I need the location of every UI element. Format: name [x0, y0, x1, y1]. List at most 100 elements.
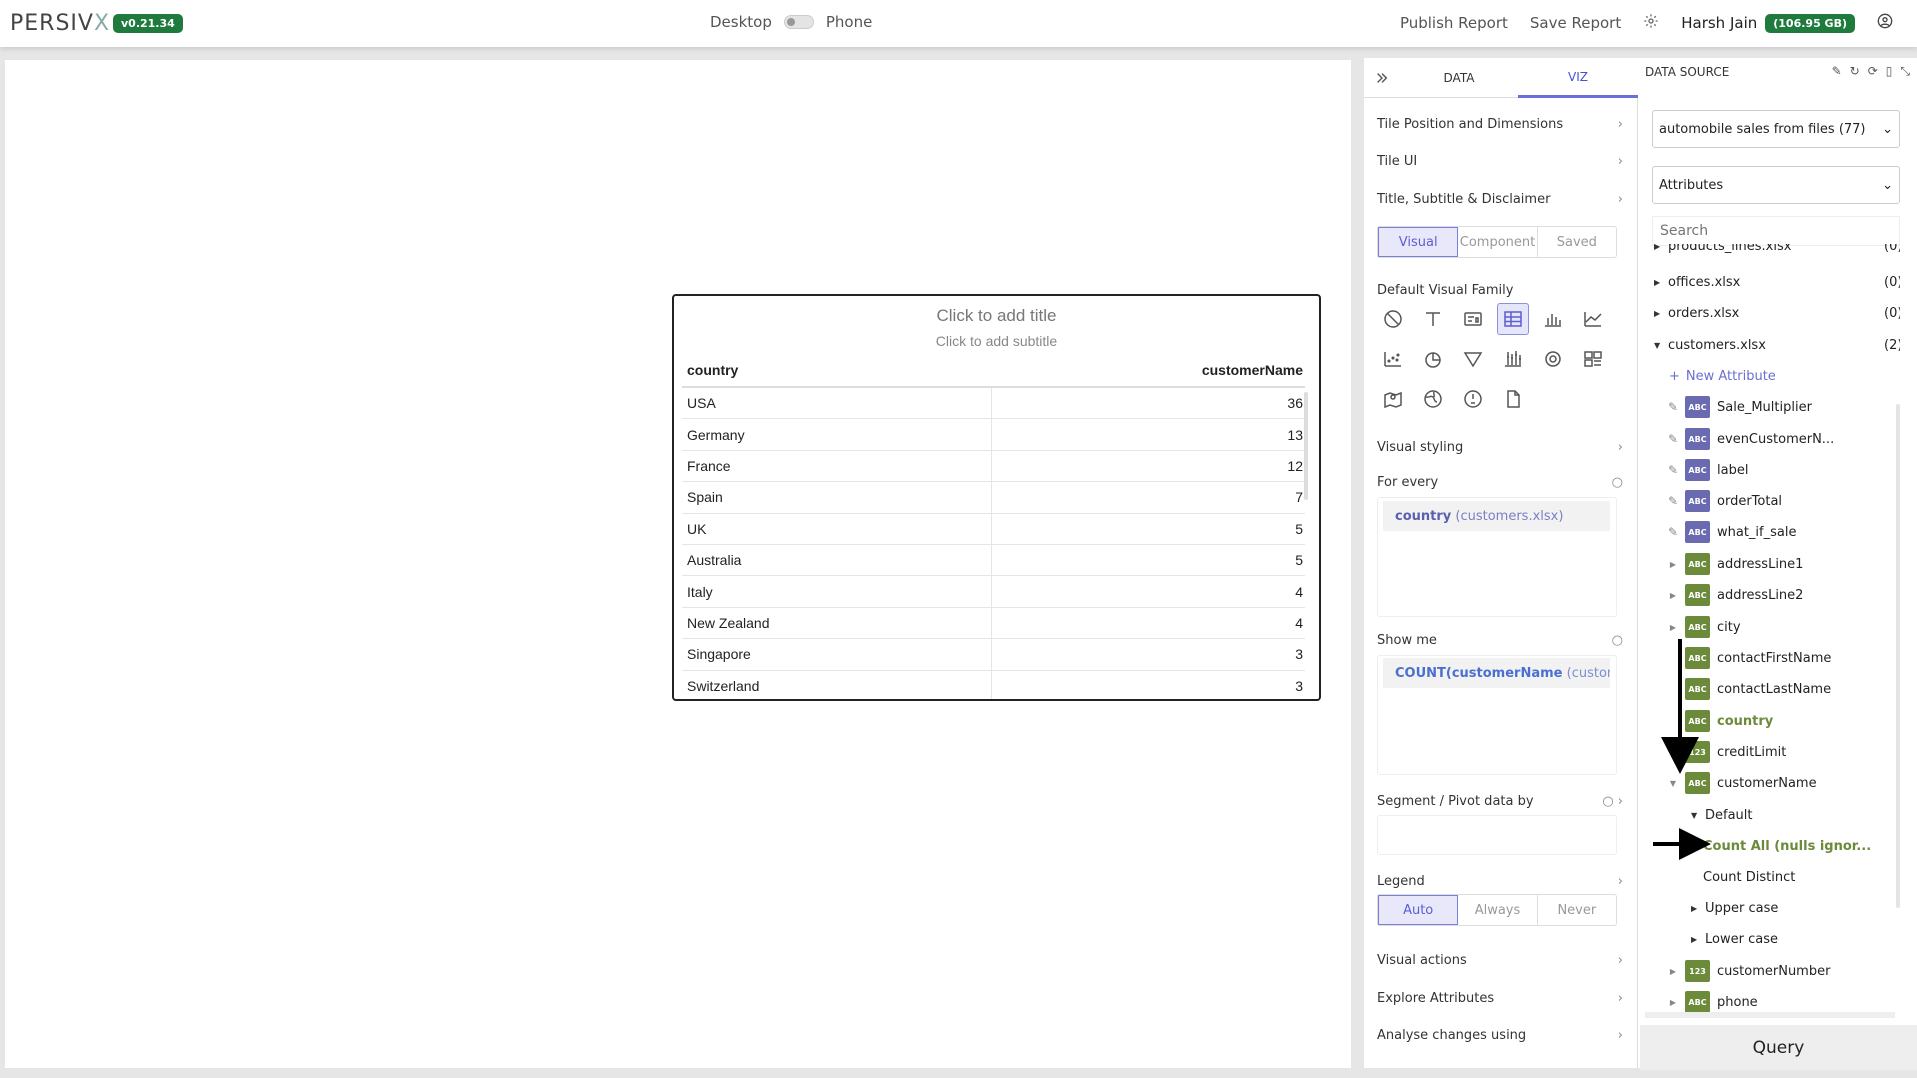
phone-label[interactable]: Phone [826, 13, 872, 31]
settings-visual-icon[interactable] [1537, 343, 1569, 375]
map-icon[interactable] [1377, 383, 1409, 415]
section-visual-actions[interactable]: Visual actions › [1377, 953, 1623, 968]
section-segment-pivot[interactable]: Segment / Pivot data by ○ › [1377, 794, 1623, 809]
tree-horizontal-scrollbar[interactable] [1645, 1012, 1895, 1018]
line-chart-icon[interactable] [1577, 303, 1609, 335]
none-icon[interactable] [1377, 303, 1409, 335]
mode-visual[interactable]: Visual [1378, 227, 1459, 257]
legend-auto[interactable]: Auto [1378, 895, 1459, 925]
card-icon[interactable] [1457, 303, 1489, 335]
lower-case-option[interactable]: ▶ Lower case [1691, 928, 1778, 950]
save-report-button[interactable]: Save Report [1530, 14, 1621, 32]
table-row[interactable]: New Zealand 4 [682, 607, 1305, 640]
new-attribute-button[interactable]: + New Attribute [1669, 365, 1776, 387]
layout-grid-icon[interactable] [1577, 343, 1609, 375]
search-input[interactable] [1652, 216, 1900, 246]
pencil-icon[interactable]: ✎ [1661, 494, 1685, 508]
table-row[interactable]: Switzerland 3 [682, 670, 1305, 699]
tile-subtitle[interactable]: Click to add subtitle [674, 333, 1319, 349]
attribute-item[interactable]: ✎ ABC orderTotal [1661, 490, 1782, 512]
bar-chart-icon[interactable] [1537, 303, 1569, 335]
attribute-item[interactable]: ✎ ABC Sale_Multiplier [1661, 396, 1812, 418]
device-switch[interactable] [783, 15, 814, 29]
publish-report-button[interactable]: Publish Report [1400, 14, 1508, 32]
edit-icon[interactable]: ✎ [1832, 64, 1842, 79]
segment-dropzone[interactable] [1377, 815, 1617, 855]
collapse-icon[interactable]: ⤡ [1900, 64, 1910, 79]
file-item-orders[interactable]: ▶orders.xlsx(0) [1654, 302, 1900, 324]
gauge-icon[interactable] [1457, 383, 1489, 415]
pencil-icon[interactable]: ✎ [1661, 432, 1685, 446]
tile-title[interactable]: Click to add title [674, 306, 1319, 326]
tab-viz[interactable]: VIZ [1518, 58, 1638, 98]
caret-right-icon[interactable]: ▶ [1661, 967, 1685, 976]
attribute-item[interactable]: ▶ ABC city [1661, 616, 1741, 638]
section-legend[interactable]: Legend › [1377, 874, 1623, 889]
pencil-icon[interactable]: ✎ [1661, 525, 1685, 539]
count-all-option[interactable]: Count All (nulls ignor... [1703, 835, 1871, 857]
caret-down-icon[interactable]: ▼ [1661, 779, 1685, 788]
funnel-icon[interactable] [1457, 343, 1489, 375]
gear-icon[interactable] [1643, 13, 1659, 33]
section-analyse-changes[interactable]: Analyse changes using › [1377, 1028, 1623, 1043]
collapse-panel-icon[interactable] [1364, 58, 1400, 98]
table-row[interactable]: Germany 13 [682, 419, 1305, 451]
pencil-icon[interactable]: ✎ [1661, 463, 1685, 477]
document-icon[interactable] [1497, 383, 1529, 415]
attribute-item[interactable]: ▶ ABC addressLine2 [1661, 584, 1803, 606]
table-row[interactable]: Australia 5 [682, 544, 1305, 577]
table-row[interactable]: Spain 7 [682, 482, 1305, 514]
default-group[interactable]: ▼ Default [1691, 804, 1753, 826]
table-row[interactable]: Singapore 3 [682, 639, 1305, 671]
table-row[interactable]: USA 36 [682, 388, 1305, 420]
boxplot-icon[interactable] [1497, 343, 1529, 375]
globe-icon[interactable] [1417, 383, 1449, 415]
caret-right-icon[interactable]: ▶ [1661, 591, 1685, 600]
attribute-item[interactable]: ✎ ABC what_if_sale [1661, 521, 1796, 543]
legend-never[interactable]: Never [1538, 895, 1616, 925]
column-header-country[interactable]: country [682, 354, 992, 386]
user-name[interactable]: Harsh Jain [1681, 14, 1757, 32]
table-row[interactable]: France 12 [682, 450, 1305, 483]
table-row[interactable]: Italy 4 [682, 576, 1305, 608]
caret-right-icon[interactable]: ▶ [1661, 998, 1685, 1007]
table-icon[interactable] [1497, 303, 1529, 335]
attribute-item[interactable]: ▶ ABC phone [1661, 991, 1758, 1013]
source-select[interactable]: automobile sales from files (77) ⌄ [1652, 110, 1900, 148]
column-header-customername[interactable]: customerName [992, 362, 1305, 378]
sync-icon[interactable]: ⟳ [1868, 64, 1878, 79]
section-tile-ui[interactable]: Tile UI › [1377, 154, 1623, 169]
user-account-icon[interactable] [1877, 13, 1893, 33]
legend-always[interactable]: Always [1458, 895, 1538, 925]
query-button[interactable]: Query [1640, 1025, 1917, 1070]
section-visual-styling[interactable]: Visual styling › [1377, 440, 1623, 455]
attribute-item[interactable]: ▶ ABC addressLine1 [1661, 553, 1803, 575]
for-every-chip[interactable]: country (customers.xlsx) [1383, 501, 1610, 531]
attribute-item[interactable]: ✎ ABC label [1661, 459, 1748, 481]
caret-right-icon[interactable]: ▶ [1661, 560, 1685, 569]
attribute-item[interactable]: ✎ ABC evenCustomerN... [1661, 428, 1834, 450]
refresh-icon[interactable]: ○ [1612, 475, 1623, 490]
upper-case-option[interactable]: ▶ Upper case [1691, 897, 1778, 919]
text-icon[interactable] [1417, 303, 1449, 335]
table-row[interactable]: UK 5 [682, 513, 1305, 545]
table-tile[interactable]: Click to add title Click to add subtitle… [672, 294, 1321, 701]
file-icon[interactable]: ▯ [1886, 64, 1893, 79]
section-explore-attributes[interactable]: Explore Attributes › [1377, 991, 1623, 1006]
file-item-customers[interactable]: ▼customers.xlsx(2) [1654, 334, 1900, 356]
scatter-icon[interactable] [1377, 343, 1409, 375]
file-item-products-lines[interactable]: ▶products_lines.xlsx(0) [1654, 244, 1900, 257]
section-tile-position[interactable]: Tile Position and Dimensions › [1377, 117, 1623, 132]
section-title-subtitle[interactable]: Title, Subtitle & Disclaimer › [1377, 192, 1623, 207]
mode-component[interactable]: Component [1458, 227, 1538, 257]
mode-saved[interactable]: Saved [1538, 227, 1616, 257]
file-item-offices[interactable]: ▶offices.xlsx(0) [1654, 271, 1900, 293]
refresh-icon[interactable]: ↻ [1850, 64, 1860, 79]
caret-right-icon[interactable]: ▶ [1661, 623, 1685, 632]
attribute-item[interactable]: ▶ 123 customerNumber [1661, 960, 1830, 982]
pencil-icon[interactable]: ✎ [1661, 400, 1685, 414]
refresh-icon[interactable]: ○ [1612, 633, 1623, 648]
count-distinct-option[interactable]: Count Distinct [1703, 866, 1795, 888]
attribute-type-select[interactable]: Attributes ⌄ [1652, 166, 1900, 204]
tree-scrollbar[interactable] [1896, 404, 1900, 908]
